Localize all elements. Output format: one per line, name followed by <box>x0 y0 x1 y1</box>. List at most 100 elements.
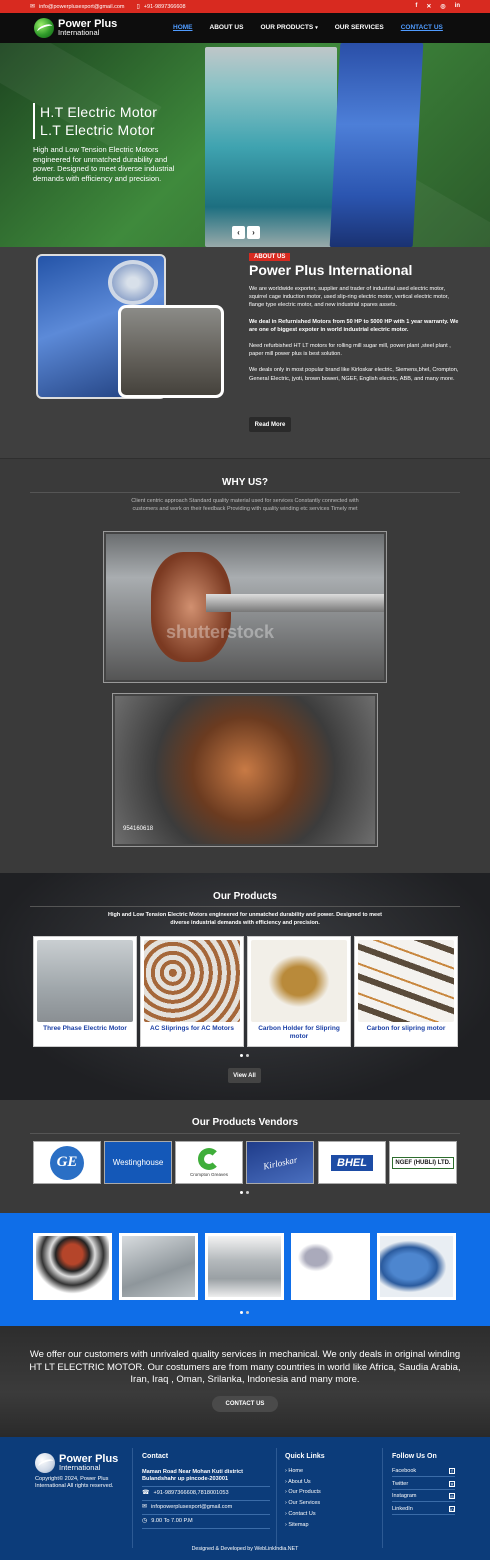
vendor-logo-kirloskar: Kirloskar <box>246 1141 314 1184</box>
nav-about[interactable]: ABOUT US <box>210 24 244 31</box>
gallery-image <box>205 1233 284 1300</box>
why-text: Client centric approach Standard quality… <box>131 498 359 512</box>
product-image <box>358 940 454 1022</box>
phone-text: +91-9897366608 <box>143 3 186 10</box>
social-label: LinkedIn <box>392 1505 413 1512</box>
divider <box>132 1448 133 1548</box>
product-name: AC Sliprings for AC Motors <box>150 1025 234 1032</box>
hero-title: H.T Electric Motor L.T Electric Motor <box>33 103 183 139</box>
about-paragraph-bold: We deal in Refurnished Motors from 50 HP… <box>249 318 459 333</box>
about-paragraph: We deals only in most popular brand like… <box>249 367 459 382</box>
linkedin-icon[interactable]: in <box>455 3 460 10</box>
instagram-icon[interactable]: ◎ <box>440 3 445 10</box>
social-link-instagram[interactable]: Instagram ◎ <box>392 1491 455 1502</box>
footer-contact: Contact Maman Road Near Mohan Kuti distr… <box>142 1453 270 1529</box>
image-watermark: shutterstock <box>166 622 275 642</box>
footer-link-products[interactable]: Our Products <box>285 1487 325 1498</box>
vendor-name: Crompton Greaves <box>189 1172 228 1177</box>
facebook-icon: f <box>449 1468 455 1474</box>
cta-text: We offer our customers with unrivaled qu… <box>29 1349 461 1385</box>
nav-home[interactable]: HOME <box>173 24 193 31</box>
footer-link-home[interactable]: Home <box>285 1466 325 1477</box>
top-contact-bar: ✉ info@powerplusexport@gmail.com ▯ +91-989… <box>0 0 490 13</box>
nav-services[interactable]: OUR SERVICES <box>335 24 384 31</box>
vendor-logo-westinghouse: Westinghouse <box>104 1141 172 1184</box>
follow-heading: Follow Us On <box>392 1453 437 1460</box>
footer-link-contact[interactable]: Contact Us <box>285 1509 325 1520</box>
vendor-logo-ngef: NGEF (HUBLI) LTD. <box>389 1141 457 1184</box>
vendor-logo-crompton: Crompton Greaves <box>175 1141 243 1184</box>
product-card[interactable]: Three Phase Electric Motor <box>33 936 137 1047</box>
phone-row[interactable]: ☎ +91-9897366608,7818001053 <box>142 1487 270 1501</box>
x-icon: ✕ <box>449 1480 455 1487</box>
phone-icon: ☎ <box>142 1490 150 1496</box>
about-paragraph: Need refurbished HT LT motors for rollin… <box>249 343 451 358</box>
slider-arrows: ‹ › <box>232 226 260 239</box>
gallery-image <box>33 1233 112 1300</box>
logo-icon <box>34 18 54 38</box>
social-link-linkedin[interactable]: LinkedIn in <box>392 1504 455 1515</box>
footer-email-text: infopowerplusexport@gmail.com <box>151 1504 233 1510</box>
footer-link-sitemap[interactable]: Sitemap <box>285 1520 325 1531</box>
main-navbar: Power Plus International HOME ABOUT US O… <box>0 13 490 43</box>
linkedin-icon: in <box>449 1505 455 1512</box>
logo-icon <box>35 1453 55 1473</box>
hero-motor-image-1 <box>205 47 337 247</box>
divider <box>30 906 460 907</box>
carousel-dots <box>240 1311 249 1314</box>
gallery-image <box>291 1233 370 1300</box>
contact-us-button[interactable]: CONTACT US <box>212 1396 278 1412</box>
nav-contact[interactable]: CONTACT US <box>401 24 443 31</box>
site-logo[interactable]: Power Plus International <box>34 18 117 38</box>
email-link[interactable]: ✉ info@powerplusexport@gmail.com <box>30 3 124 11</box>
footer-logo[interactable]: Power Plus International <box>35 1453 118 1473</box>
facebook-icon[interactable]: f <box>415 3 417 10</box>
product-name: Carbon for slipring motor <box>366 1025 446 1032</box>
nav-products[interactable]: OUR PRODUCTS ▾ <box>260 24 317 31</box>
carousel-dot[interactable] <box>240 1191 243 1194</box>
contact-heading: Contact <box>142 1453 169 1460</box>
vendor-name: Westinghouse <box>112 1158 164 1167</box>
carousel-dot[interactable] <box>246 1191 249 1194</box>
social-link-twitter[interactable]: Twitter ✕ <box>392 1479 455 1490</box>
prev-arrow-icon[interactable]: ‹ <box>232 226 245 239</box>
view-all-button[interactable]: View All <box>228 1068 261 1083</box>
carousel-dot[interactable] <box>240 1311 243 1314</box>
carousel-dot[interactable] <box>246 1311 249 1314</box>
hero-slider: H.T Electric Motor L.T Electric Motor Hig… <box>0 43 490 247</box>
social-link-facebook[interactable]: Facebook f <box>392 1466 455 1477</box>
product-image <box>251 940 347 1022</box>
carousel-dots <box>240 1054 249 1057</box>
developer-credit[interactable]: Designed & Developed by WebLinkIndia.NET <box>0 1546 490 1552</box>
address-row: Maman Road Near Mohan Kuti district Bula… <box>142 1466 270 1487</box>
hero-title-line1: H.T Electric Motor <box>40 104 158 120</box>
x-icon[interactable]: ✕ <box>426 3 431 10</box>
vendors-section: Our Products Vendors GE Westinghouse Cro… <box>0 1100 490 1213</box>
divider <box>382 1448 383 1548</box>
carousel-dot[interactable] <box>240 1054 243 1057</box>
footer-link-about[interactable]: About Us <box>285 1477 325 1488</box>
product-card[interactable]: Carbon for slipring motor <box>354 936 458 1047</box>
product-name: Three Phase Electric Motor <box>43 1025 127 1032</box>
next-arrow-icon[interactable]: › <box>247 226 260 239</box>
footer-link-services[interactable]: Our Services <box>285 1498 325 1509</box>
email-row[interactable]: ✉ infopowerplusexport@gmail.com <box>142 1501 270 1515</box>
carousel-dot[interactable] <box>246 1054 249 1057</box>
social-label: Twitter <box>392 1480 409 1487</box>
products-title: Our Products <box>213 891 277 902</box>
crompton-mark-icon <box>198 1148 220 1170</box>
rotor-image: shutterstock <box>103 531 387 683</box>
product-image <box>144 940 240 1022</box>
instagram-icon: ◎ <box>449 1493 455 1499</box>
products-text: High and Low Tension Electric Motors eng… <box>107 912 383 926</box>
vendor-logo-bhel: BHEL <box>318 1141 386 1184</box>
product-card[interactable]: Carbon Holder for Slipring motor <box>247 936 351 1047</box>
social-label: Facebook <box>392 1468 417 1474</box>
phone-icon: ▯ <box>136 4 140 10</box>
product-card[interactable]: AC Sliprings for AC Motors <box>140 936 244 1047</box>
read-more-button[interactable]: Read More <box>249 417 291 432</box>
about-section: ABOUT US Power Plus International We are… <box>0 247 490 458</box>
vendor-name: NGEF (HUBLI) LTD. <box>392 1156 454 1169</box>
phone-link[interactable]: ▯ +91-9897366608 <box>136 3 186 11</box>
divider <box>30 1133 460 1134</box>
